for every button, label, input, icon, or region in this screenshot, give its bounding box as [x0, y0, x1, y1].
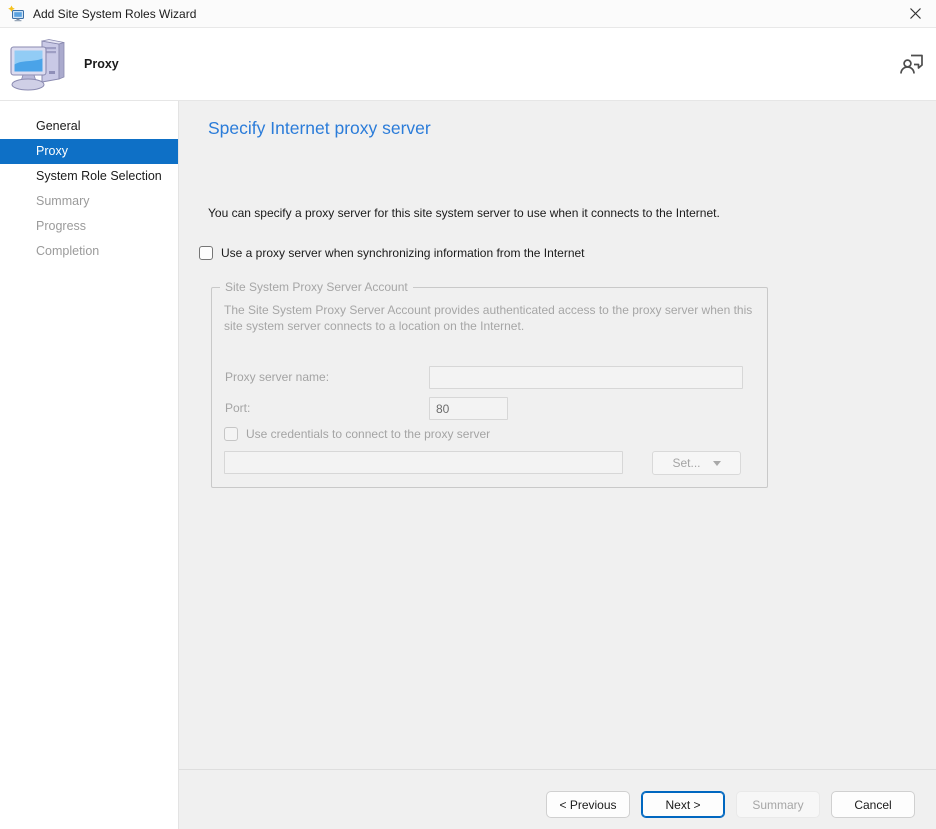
sidebar-item-progress: Progress — [0, 214, 178, 239]
set-account-button: Set... — [652, 451, 741, 475]
intro-text: You can specify a proxy server for this … — [208, 206, 868, 220]
sidebar-item-summary: Summary — [0, 189, 178, 214]
cancel-button[interactable]: Cancel — [831, 791, 915, 818]
page-heading: Specify Internet proxy server — [208, 118, 431, 139]
use-credentials-checkbox-label: Use credentials to connect to the proxy … — [246, 427, 490, 441]
feedback-person-icon[interactable] — [897, 49, 927, 79]
wizard-header: Proxy — [0, 28, 936, 101]
use-proxy-checkbox[interactable] — [199, 246, 213, 260]
wizard-page-content: Specify Internet proxy server You can sp… — [179, 101, 936, 829]
workstation-icon — [9, 35, 69, 95]
summary-button: Summary — [736, 791, 820, 818]
use-credentials-checkbox-row: Use credentials to connect to the proxy … — [224, 427, 490, 441]
account-input — [224, 451, 623, 474]
port-input — [429, 397, 508, 420]
port-label: Port: — [225, 401, 250, 415]
use-credentials-checkbox — [224, 427, 238, 441]
use-proxy-checkbox-label: Use a proxy server when synchronizing in… — [221, 246, 585, 260]
sidebar-item-proxy[interactable]: Proxy — [0, 139, 178, 164]
use-proxy-checkbox-row: Use a proxy server when synchronizing in… — [199, 246, 585, 260]
groupbox-description: The Site System Proxy Server Account pro… — [224, 302, 758, 334]
wizard-steps-sidebar: General Proxy System Role Selection Summ… — [0, 101, 179, 829]
page-title: Proxy — [84, 57, 119, 71]
sidebar-item-completion: Completion — [0, 239, 178, 264]
titlebar: Add Site System Roles Wizard — [0, 0, 936, 28]
chevron-down-icon — [713, 461, 721, 466]
sidebar-item-general[interactable]: General — [0, 114, 178, 139]
set-account-button-label: Set... — [672, 456, 700, 470]
groupbox-title: Site System Proxy Server Account — [220, 280, 413, 294]
proxy-account-groupbox: Site System Proxy Server Account The Sit… — [211, 287, 768, 488]
previous-button[interactable]: < Previous — [546, 791, 630, 818]
proxy-server-name-label: Proxy server name: — [225, 370, 329, 384]
window-title: Add Site System Roles Wizard — [33, 7, 898, 21]
proxy-server-name-input — [429, 366, 743, 389]
next-button[interactable]: Next > — [641, 791, 725, 818]
footer-divider — [179, 769, 936, 770]
footer-buttons: < Previous Next > Summary Cancel — [546, 791, 915, 818]
app-wizard-icon — [8, 5, 25, 22]
close-icon[interactable] — [898, 1, 932, 27]
wizard-window: Add Site System Roles Wizard — [0, 0, 936, 829]
sidebar-item-system-role-selection[interactable]: System Role Selection — [0, 164, 178, 189]
